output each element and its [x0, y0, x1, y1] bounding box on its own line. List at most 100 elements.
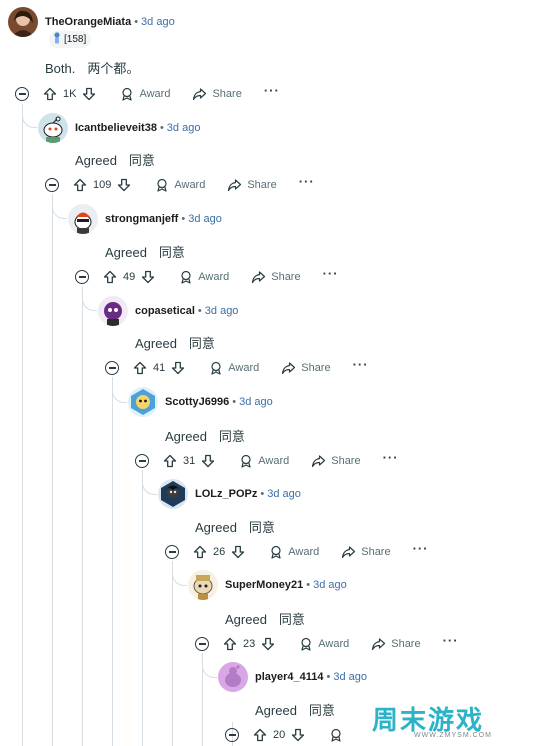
- downvote-button[interactable]: [171, 361, 185, 375]
- downvote-icon: [172, 361, 185, 375]
- downvote-icon: [142, 270, 155, 284]
- upvote-button[interactable]: [103, 270, 117, 284]
- share-button[interactable]: Share: [371, 637, 421, 651]
- share-label: Share: [391, 638, 421, 650]
- separator-dot: •: [260, 488, 265, 500]
- share-label: Share: [331, 455, 361, 467]
- downvote-icon: [292, 728, 305, 742]
- username[interactable]: LOLz_POPz: [195, 488, 257, 500]
- timestamp[interactable]: 3d ago: [205, 305, 239, 317]
- share-icon: [342, 546, 356, 559]
- more-options-button[interactable]: ···: [353, 358, 369, 376]
- thread-elbow: [112, 388, 127, 403]
- collapse-button[interactable]: [75, 270, 89, 284]
- avatar[interactable]: [218, 662, 248, 692]
- username[interactable]: SuperMoney21: [225, 579, 303, 591]
- share-button[interactable]: Share: [251, 270, 301, 284]
- share-icon: [312, 455, 326, 468]
- thread-line: [22, 104, 23, 746]
- share-button[interactable]: Share: [192, 87, 242, 101]
- share-label: Share: [247, 179, 277, 191]
- username[interactable]: player4_4114: [255, 671, 324, 683]
- share-button[interactable]: Share: [311, 454, 361, 468]
- award-label: Award: [139, 88, 171, 100]
- downvote-button[interactable]: [141, 270, 155, 284]
- upvote-button[interactable]: [193, 545, 207, 559]
- upvote-icon: [163, 454, 177, 468]
- user-flair: [158]: [49, 31, 92, 48]
- more-options-button[interactable]: ···: [264, 84, 280, 102]
- upvote-button[interactable]: [253, 728, 267, 742]
- upvote-button[interactable]: [133, 361, 147, 375]
- collapse-button[interactable]: [15, 87, 29, 101]
- separator-dot: •: [134, 16, 139, 28]
- downvote-icon: [83, 87, 96, 101]
- award-icon: [122, 87, 133, 101]
- avatar[interactable]: [68, 204, 98, 234]
- downvote-button[interactable]: [82, 87, 96, 101]
- avatar[interactable]: [158, 479, 188, 509]
- award-button[interactable]: Award: [179, 270, 229, 284]
- more-options-button[interactable]: ···: [413, 542, 429, 560]
- downvote-button[interactable]: [231, 545, 245, 559]
- thread-elbow: [202, 663, 217, 678]
- username[interactable]: ScottyJ6996: [165, 396, 229, 408]
- upvote-button[interactable]: [223, 637, 237, 651]
- avatar[interactable]: [38, 113, 68, 143]
- thread-elbow: [22, 113, 37, 128]
- award-button[interactable]: Award: [155, 178, 205, 192]
- share-icon: [372, 638, 386, 651]
- collapse-button[interactable]: [195, 637, 209, 651]
- share-button[interactable]: Share: [341, 545, 391, 559]
- share-button[interactable]: Share: [281, 361, 331, 375]
- comment-body: Agreed 同意: [105, 245, 185, 260]
- award-icon: [211, 361, 221, 375]
- award-icon: [181, 270, 191, 284]
- comment-actions: 109 Award Share ···: [45, 175, 315, 195]
- more-options-button[interactable]: ···: [443, 634, 459, 652]
- upvote-button[interactable]: [163, 454, 177, 468]
- award-button[interactable]: Award: [120, 87, 170, 101]
- username[interactable]: Icantbelieveit38: [75, 122, 157, 134]
- username[interactable]: strongmanjeff: [105, 213, 178, 225]
- more-options-button[interactable]: ···: [323, 267, 339, 285]
- vote-count: 20: [273, 729, 286, 741]
- avatar[interactable]: [98, 296, 128, 326]
- comment-actions: 20: [225, 725, 343, 745]
- downvote-button[interactable]: [261, 637, 275, 651]
- downvote-button[interactable]: [291, 728, 305, 742]
- username[interactable]: TheOrangeMiata: [45, 16, 131, 28]
- separator-dot: •: [306, 579, 311, 591]
- award-button[interactable]: Award: [269, 545, 319, 559]
- downvote-button[interactable]: [117, 178, 131, 192]
- avatar[interactable]: [128, 387, 158, 417]
- award-button[interactable]: Award: [209, 361, 259, 375]
- collapse-button[interactable]: [105, 361, 119, 375]
- thread-elbow: [142, 480, 157, 495]
- username[interactable]: copasetical: [135, 305, 195, 317]
- collapse-button[interactable]: [165, 545, 179, 559]
- upvote-button[interactable]: [43, 87, 57, 101]
- more-options-button[interactable]: ···: [383, 451, 399, 469]
- collapse-button[interactable]: [45, 178, 59, 192]
- timestamp[interactable]: 3d ago: [167, 122, 201, 134]
- award-button[interactable]: [329, 728, 343, 742]
- award-button[interactable]: Award: [239, 454, 289, 468]
- more-options-button[interactable]: ···: [299, 175, 315, 193]
- collapse-button[interactable]: [135, 454, 149, 468]
- vote-count: 49: [123, 271, 136, 283]
- award-button[interactable]: Award: [299, 637, 349, 651]
- award-icon: [241, 454, 251, 468]
- share-button[interactable]: Share: [227, 178, 277, 192]
- timestamp[interactable]: 3d ago: [313, 579, 347, 591]
- timestamp[interactable]: 3d ago: [239, 396, 273, 408]
- collapse-button[interactable]: [225, 728, 239, 742]
- timestamp[interactable]: 3d ago: [333, 671, 367, 683]
- upvote-button[interactable]: [73, 178, 87, 192]
- timestamp[interactable]: 3d ago: [141, 16, 175, 28]
- timestamp[interactable]: 3d ago: [188, 213, 222, 225]
- avatar[interactable]: [8, 7, 38, 37]
- avatar[interactable]: [188, 570, 218, 600]
- downvote-button[interactable]: [201, 454, 215, 468]
- timestamp[interactable]: 3d ago: [267, 488, 301, 500]
